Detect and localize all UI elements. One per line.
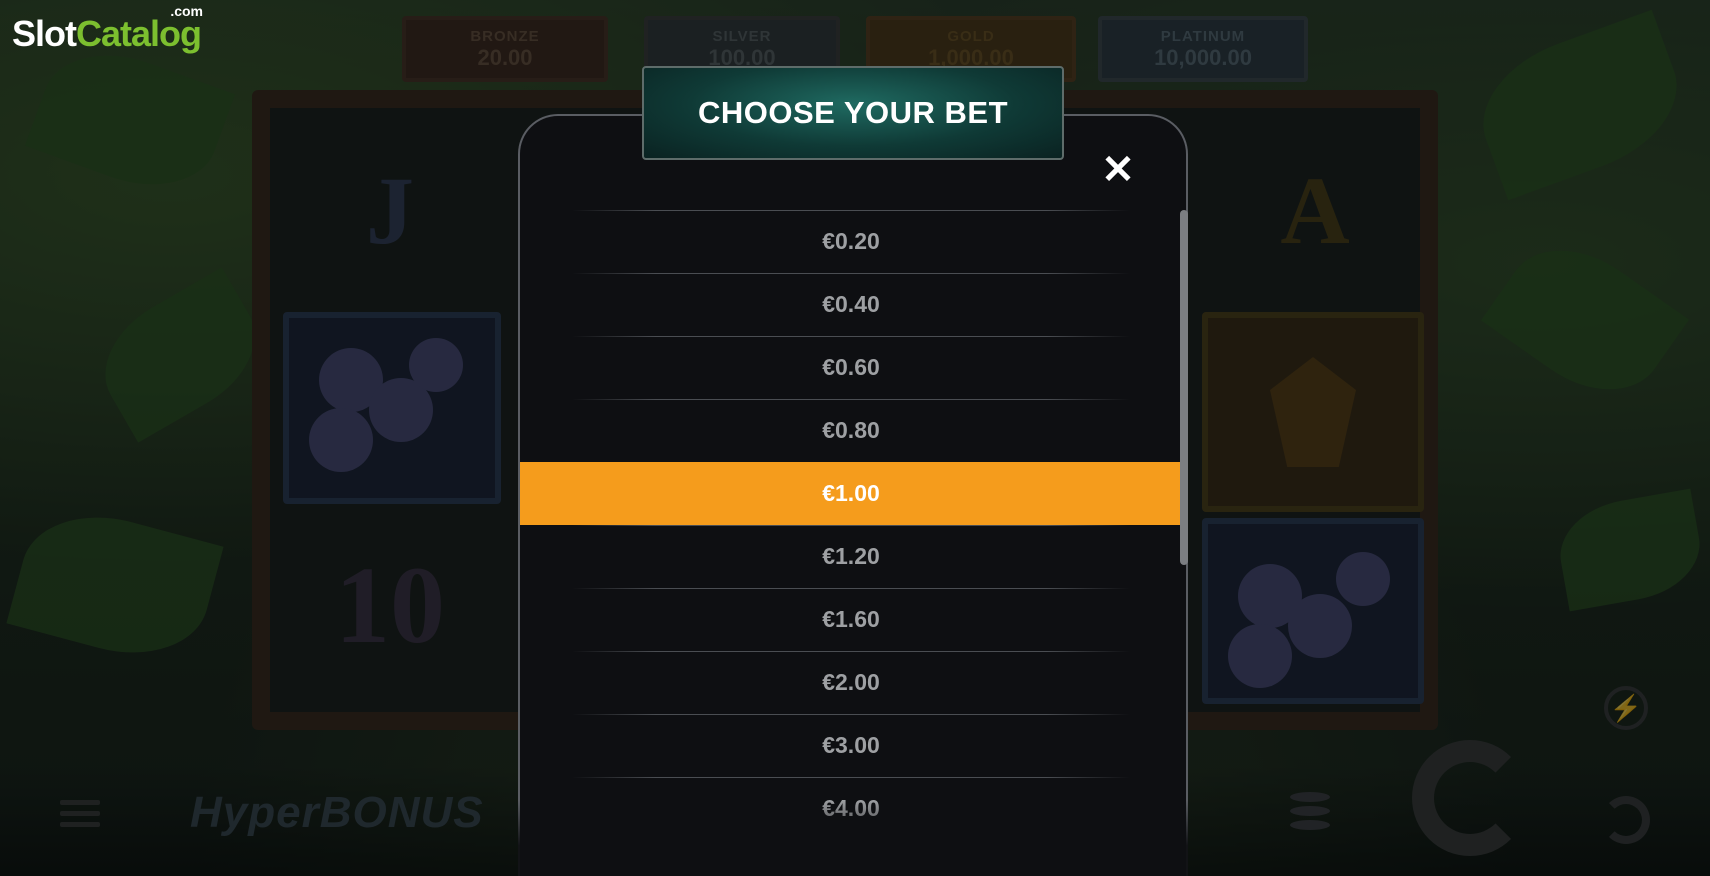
- bet-option[interactable]: €1.20: [520, 525, 1182, 588]
- bet-option[interactable]: €2.00: [520, 651, 1182, 714]
- bet-option[interactable]: €0.20: [520, 210, 1182, 273]
- logo-catalog-text: Catalog: [76, 13, 202, 54]
- logo-dotcom-text: .com: [170, 3, 204, 19]
- bet-list-scrollbar[interactable]: [1180, 210, 1188, 565]
- modal-title: CHOOSE YOUR BET: [642, 66, 1064, 160]
- bet-option[interactable]: €0.40: [520, 273, 1182, 336]
- bet-options-list[interactable]: €0.20 €0.40 €0.60 €0.80 €1.00 €1.20 €1.6…: [520, 210, 1182, 840]
- choose-bet-modal: €0.20 €0.40 €0.60 €0.80 €1.00 €1.20 €1.6…: [518, 114, 1188, 876]
- bet-option-selected[interactable]: €1.00: [520, 462, 1182, 525]
- slotcatalog-logo: SlotCatalog .com: [12, 4, 203, 60]
- bet-option[interactable]: €4.00: [520, 777, 1182, 840]
- bet-option[interactable]: €0.80: [520, 399, 1182, 462]
- bet-option[interactable]: €3.00: [520, 714, 1182, 777]
- bet-option[interactable]: €0.60: [520, 336, 1182, 399]
- close-icon[interactable]: ✕: [1096, 148, 1140, 192]
- bet-option[interactable]: €1.60: [520, 588, 1182, 651]
- logo-slot-text: Slot: [12, 13, 77, 54]
